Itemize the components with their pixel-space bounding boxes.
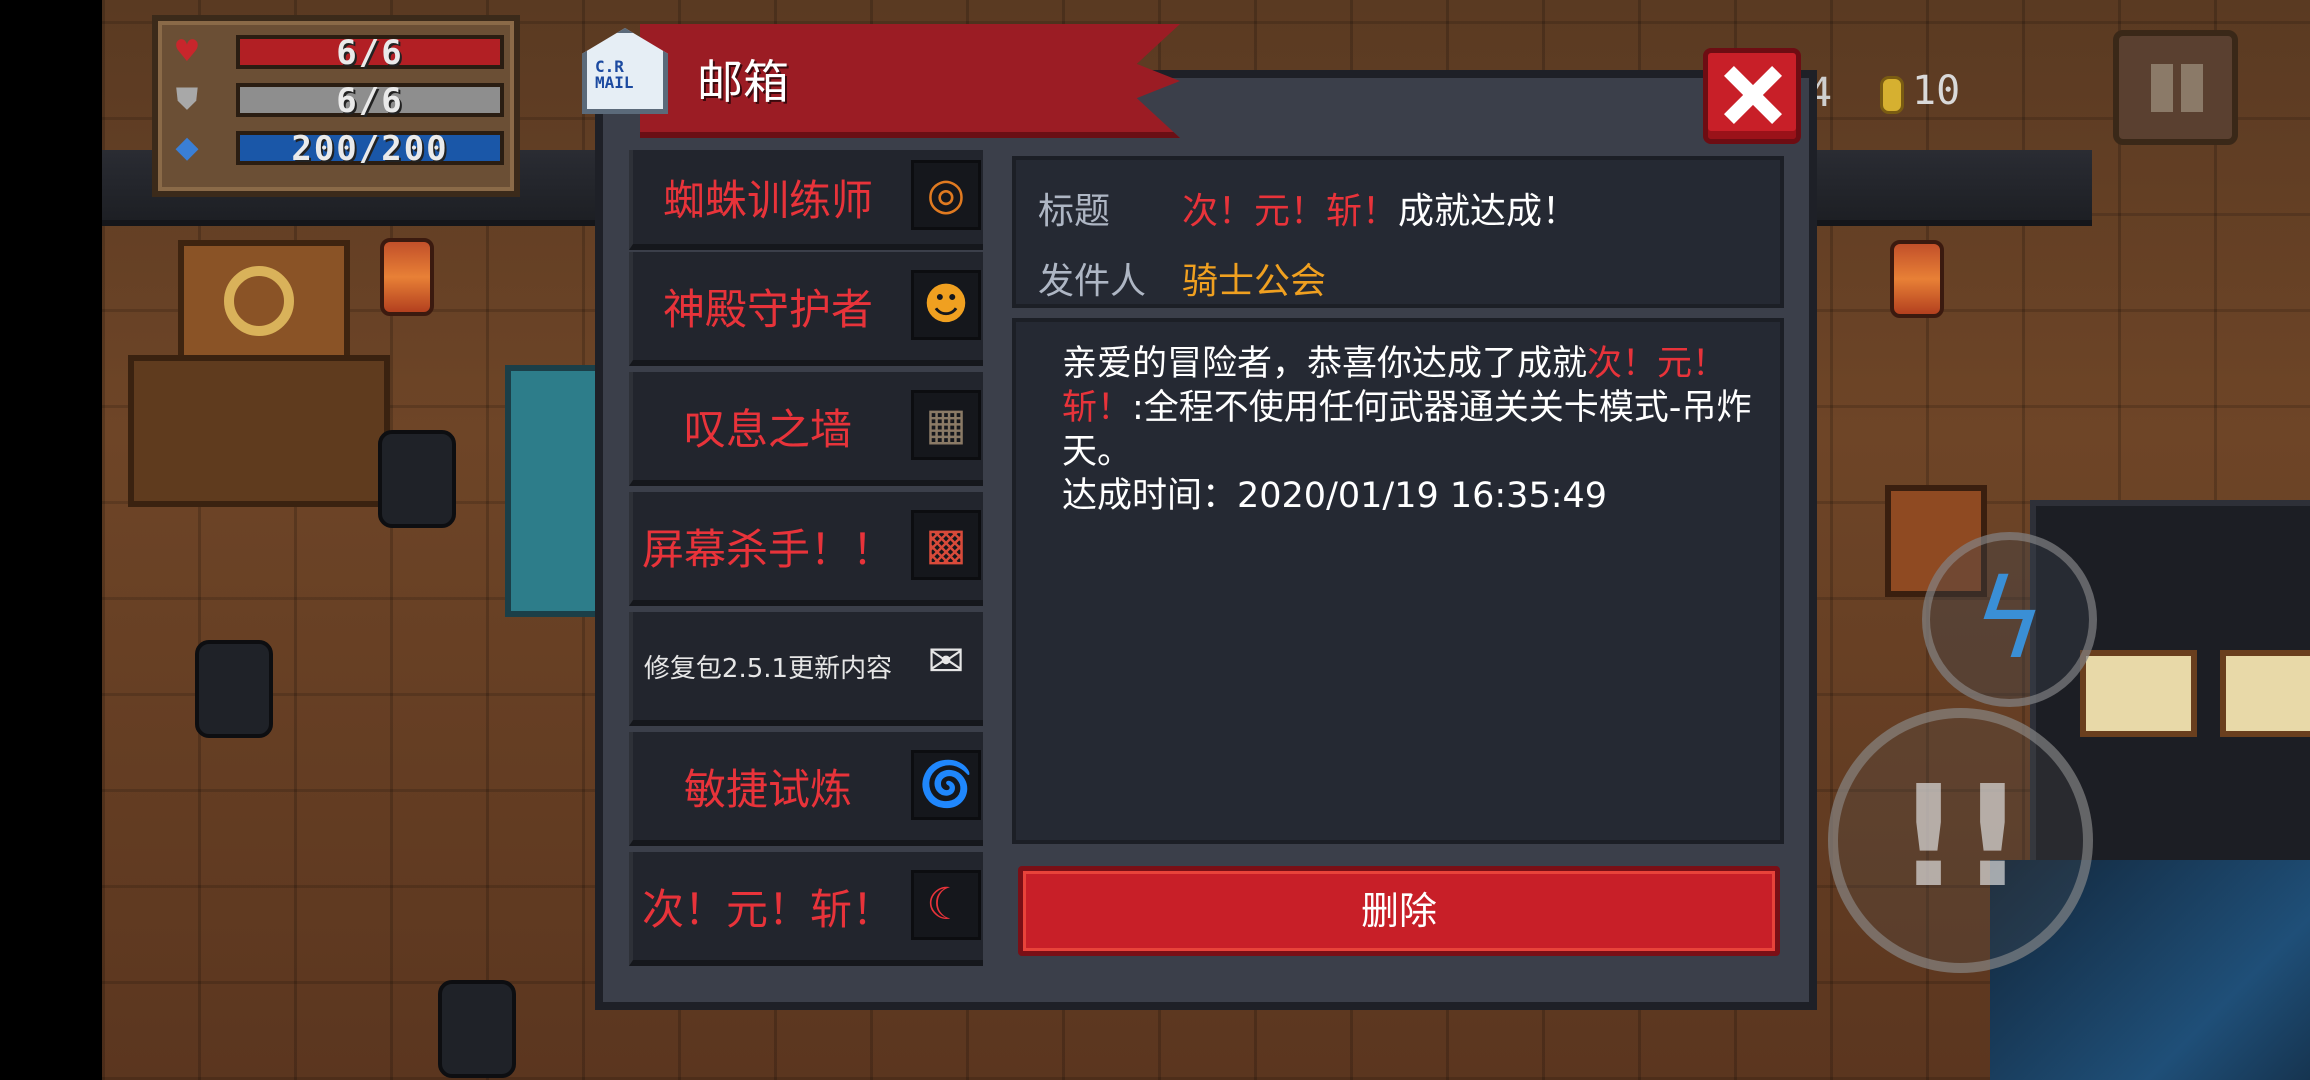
energy-crystal-icon: ◆ xyxy=(175,130,199,165)
mail-list[interactable]: 蜘蛛训练师 ◎ 神殿守护者 ☻ 叹息之墙 ▦ 屏幕杀手！！ ▩ 修复包2.5.1… xyxy=(625,150,985,970)
mail-item-patch-notes[interactable]: 修复包2.5.1更新内容 ✉ xyxy=(629,612,983,726)
attack-button[interactable]: !! xyxy=(1828,708,2093,973)
hp-value: 6/6 xyxy=(236,35,504,70)
heart-icon: ♥ xyxy=(173,34,201,69)
energy-value: 200/200 xyxy=(236,131,504,166)
mail-detail-body[interactable]: 亲爱的冒险者，恭喜你达成了成就次！元！斩！:全程不使用任何武器通关关卡模式-吊炸… xyxy=(1012,318,1784,844)
armor-row: ⛊ 6/6 xyxy=(172,81,504,121)
mail-item-spider-trainer[interactable]: 蜘蛛训练师 ◎ xyxy=(629,150,983,250)
mail-item-label: 敏捷试炼 xyxy=(683,764,852,814)
tornado-icon: 🌀 xyxy=(911,750,981,820)
subject-rest: 成就达成！ xyxy=(1398,191,1579,232)
skill-lightning-button[interactable]: ϟ xyxy=(1922,532,2097,707)
npc-dog xyxy=(438,980,516,1078)
npc-cowboy xyxy=(378,430,456,528)
player-stats-panel: ♥ 6/6 ⛊ 6/6 ◆ 200/200 xyxy=(152,15,520,197)
mail-item-dimension-slash[interactable]: 次！元！斩！ ☾ xyxy=(629,852,983,966)
shield-icon: ⛊ xyxy=(175,82,199,117)
exclamation-icon: !! xyxy=(1896,756,2025,919)
screen-killer-icon: ▩ xyxy=(911,510,981,580)
mail-item-wall-of-sighs[interactable]: 叹息之墙 ▦ xyxy=(629,372,983,486)
mail-item-label: 神殿守护者 xyxy=(662,284,873,334)
mail-item-label: 修复包2.5.1更新内容 xyxy=(643,653,893,684)
coin-icon xyxy=(1880,76,1904,114)
decor-vending-machine xyxy=(505,365,607,617)
coin-count: 10 xyxy=(1912,68,1961,114)
mail-item-label: 次！元！斩！ xyxy=(641,884,894,934)
lantern-left xyxy=(380,238,434,316)
mail-item-agility-trial[interactable]: 敏捷试炼 🌀 xyxy=(629,732,983,846)
sender-name: 骑士公会 xyxy=(1182,261,1327,302)
lightning-icon: ϟ xyxy=(1973,555,2046,683)
sender-label: 发件人 xyxy=(1038,261,1147,302)
lantern-right xyxy=(1890,240,1944,318)
envelope-icon: ✉ xyxy=(927,636,965,687)
notice-board-1 xyxy=(2080,650,2197,737)
npc-horned xyxy=(195,640,273,738)
crescent-slash-icon: ☾ xyxy=(911,870,981,940)
mail-item-label: 蜘蛛训练师 xyxy=(662,175,873,225)
pause-button[interactable] xyxy=(2113,30,2238,145)
hp-row: ♥ 6/6 xyxy=(172,33,504,73)
mail-item-label: 屏幕杀手！！ xyxy=(641,524,894,574)
notice-board-2 xyxy=(2220,650,2310,737)
mail-item-label: 叹息之墙 xyxy=(683,404,852,454)
subject-highlight: 次！元！斩！ xyxy=(1182,191,1399,232)
close-button[interactable] xyxy=(1703,48,1801,144)
armor-value: 6/6 xyxy=(236,83,504,118)
energy-row: ◆ 200/200 xyxy=(172,129,504,169)
title-label: 标题 xyxy=(1038,191,1111,232)
body-suffix: :全程不使用任何武器通关关卡模式-吊炸天。 xyxy=(1062,388,1752,472)
decor-desk xyxy=(128,355,390,507)
temple-guardian-icon: ☻ xyxy=(911,270,981,340)
spider-ring-icon: ◎ xyxy=(911,160,981,230)
mail-item-temple-guardian[interactable]: 神殿守护者 ☻ xyxy=(629,252,983,366)
achievement-time: 达成时间：2020/01/19 16:35:49 xyxy=(1062,476,1608,516)
decor-cabinet xyxy=(178,240,350,372)
mail-body-text: 亲爱的冒险者，恭喜你达成了成就次！元！斩！:全程不使用任何武器通关关卡模式-吊炸… xyxy=(1062,342,1762,518)
dialog-title: 邮箱 xyxy=(697,55,789,109)
mail-subject: 次！元！斩！成就达成！ xyxy=(1182,182,1578,234)
wall-icon: ▦ xyxy=(911,390,981,460)
delete-button[interactable]: 删除 xyxy=(1018,866,1780,956)
mail-item-screen-killer[interactable]: 屏幕杀手！！ ▩ xyxy=(629,492,983,606)
body-prefix: 亲爱的冒险者，恭喜你达成了成就 xyxy=(1062,344,1588,384)
mail-detail-header: 标题 次！元！斩！成就达成！ 发件人 骑士公会 xyxy=(1012,156,1784,308)
